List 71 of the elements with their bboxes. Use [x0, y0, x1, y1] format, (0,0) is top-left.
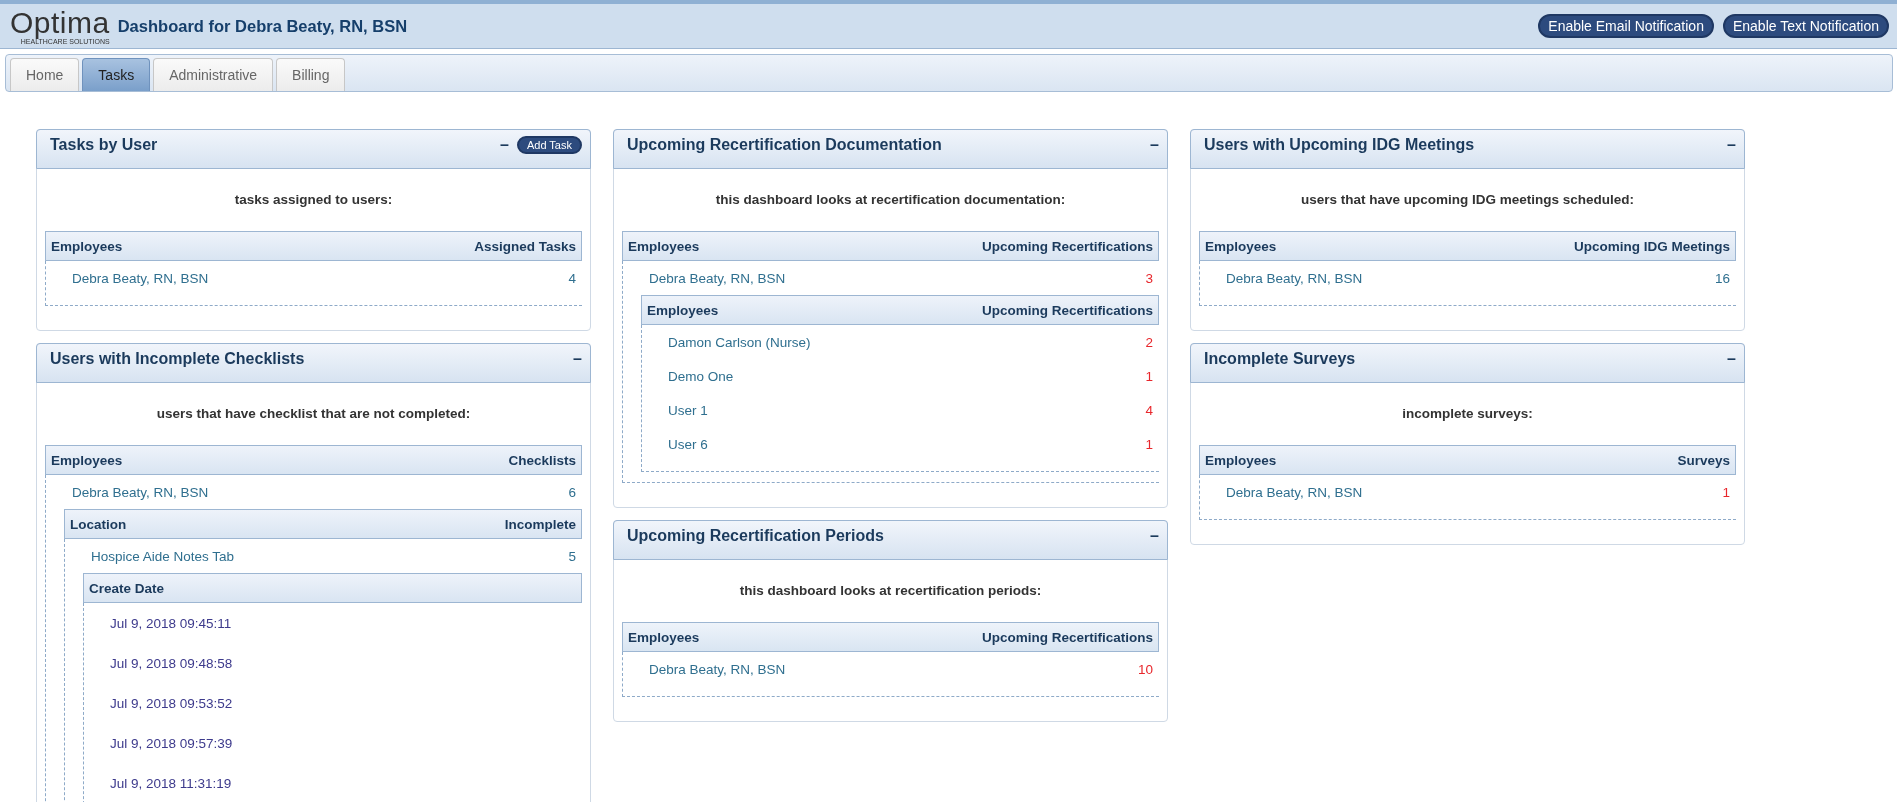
panel-title: Users with Incomplete Checklists [50, 350, 305, 368]
panel-title: Upcoming Recertification Documentation [627, 136, 942, 154]
tab[interactable]: Home [10, 58, 80, 91]
panel-title: Tasks by User [50, 136, 158, 154]
table-cell-link[interactable]: User 6 [668, 436, 708, 452]
panel-description: this dashboard looks at recertification documentation: [714, 192, 1067, 207]
column-header: Create Date [89, 580, 165, 596]
count-cell: 10 [1137, 661, 1153, 677]
column-header: Employees [1205, 452, 1277, 468]
count-cell: 4 [568, 270, 576, 286]
panel-description: incomplete surveys: [1401, 406, 1534, 421]
notification-button[interactable]: Enable Text Notification [1722, 14, 1889, 38]
tab[interactable]: Billing [276, 58, 346, 91]
table-cell-link[interactable]: Hospice Aide Notes Tab [91, 548, 235, 564]
column-header: Location [70, 516, 127, 532]
column-header: Assigned Tasks [474, 238, 576, 254]
collapse-button[interactable]: – [1727, 350, 1736, 368]
table-cell-link[interactable]: Jul 9, 2018 11:31:19 [110, 763, 232, 802]
column-header: Upcoming Recertifications [981, 238, 1153, 254]
column-header: Employees [628, 629, 700, 645]
collapse-button[interactable]: – [1727, 136, 1736, 154]
notification-button[interactable]: Enable Email Notification [1538, 14, 1714, 38]
table-cell-link[interactable]: Debra Beaty, RN, BSN [1226, 484, 1363, 500]
add-task-button[interactable]: Add Task [516, 136, 582, 154]
column-header: Upcoming Recertifications [981, 629, 1153, 645]
column-header: Employees [1205, 238, 1277, 254]
table-cell-link[interactable]: Debra Beaty, RN, BSN [72, 484, 209, 500]
panel-title: Incomplete Surveys [1204, 350, 1356, 368]
collapse-button[interactable]: – [1150, 527, 1159, 545]
table-cell-link[interactable]: Debra Beaty, RN, BSN [649, 270, 786, 286]
table-cell-link[interactable]: Debra Beaty, RN, BSN [72, 270, 209, 286]
panel-description: this dashboard looks at recertification periods: [738, 583, 1043, 598]
count-cell: 16 [1714, 270, 1730, 286]
count-cell: 2 [1145, 334, 1153, 350]
table-cell-link[interactable]: Debra Beaty, RN, BSN [1226, 270, 1363, 286]
table-cell-link[interactable]: Debra Beaty, RN, BSN [649, 661, 786, 677]
table-cell-link[interactable]: Jul 9, 2018 09:45:11 [110, 603, 232, 643]
column-header: Upcoming Recertifications [981, 302, 1153, 318]
count-cell: 1 [1145, 368, 1153, 384]
count-cell: 4 [1145, 402, 1153, 418]
column-header: Employees [647, 302, 719, 318]
collapse-button[interactable]: – [573, 350, 582, 368]
panel-description: users that have checklist that are not completed: [155, 406, 472, 421]
column-header: Employees [628, 238, 700, 254]
count-cell: 3 [1145, 270, 1153, 286]
count-cell: 6 [568, 484, 576, 500]
logo-wordmark: Optima [10, 7, 110, 38]
column-header: Surveys [1677, 452, 1730, 468]
table-cell-link[interactable]: Jul 9, 2018 09:57:39 [110, 723, 233, 763]
panel-title: Upcoming Recertification Periods [627, 527, 884, 545]
table-cell-link[interactable]: Demo One [668, 368, 734, 384]
column-header: Checklists [508, 452, 576, 468]
table-cell-link[interactable]: Jul 9, 2018 09:53:52 [110, 683, 233, 723]
collapse-button[interactable]: – [1150, 136, 1159, 154]
column-header: Employees [51, 238, 123, 254]
panel-title: Users with Upcoming IDG Meetings [1204, 136, 1475, 154]
page-title: Dashboard for Debra Beaty, RN, BSN [117, 16, 409, 36]
column-header: Incomplete [504, 516, 576, 532]
column-header: Upcoming IDG Meetings [1574, 238, 1730, 254]
count-cell: 1 [1722, 484, 1730, 500]
table-cell-link[interactable]: Jul 9, 2018 09:48:58 [110, 643, 233, 683]
tab[interactable]: Tasks [82, 58, 151, 91]
collapse-button[interactable]: – [500, 136, 509, 154]
panel-description: users that have upcoming IDG meetings scheduled: [1299, 192, 1636, 207]
column-header: Employees [51, 452, 123, 468]
count-cell: 5 [568, 548, 576, 564]
tab[interactable]: Administrative [153, 58, 274, 91]
count-cell: 1 [1145, 436, 1153, 452]
table-cell-link[interactable]: User 1 [668, 402, 708, 418]
panel-description: tasks assigned to users: [233, 192, 394, 207]
table-cell-link[interactable]: Damon Carlson (Nurse) [668, 334, 811, 350]
